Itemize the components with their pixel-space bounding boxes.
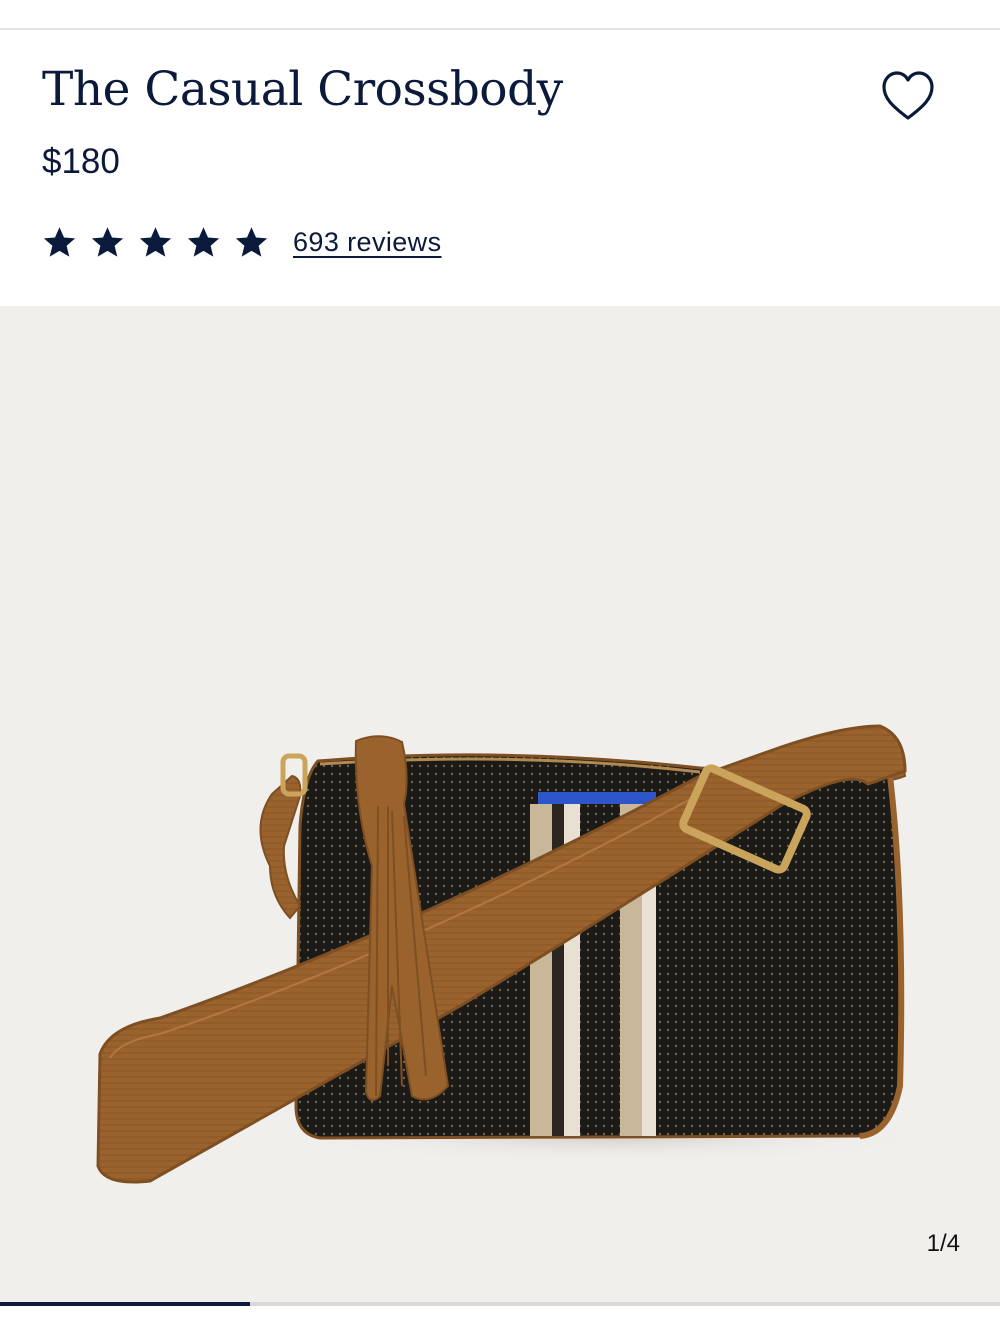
star-icon [235,226,268,257]
product-price: $180 [42,142,120,181]
product-title: The Casual Crossbody [42,62,563,117]
star-icon [139,226,172,257]
gallery-progress-bar [0,1302,1000,1306]
wishlist-button[interactable] [878,68,938,124]
crossbody-bag-image [96,724,940,1184]
product-image-gallery[interactable]: 1/4 [0,306,1000,1303]
image-counter: 1/4 [926,1230,960,1257]
star-icon [187,226,220,257]
star-rating [42,225,269,260]
top-divider [0,28,1000,30]
star-icon [91,226,124,257]
reviews-link[interactable]: 693 reviews [293,227,441,258]
gallery-progress-fill [0,1302,250,1306]
rating-row: 693 reviews [42,220,441,264]
heart-icon [882,71,934,120]
star-icon [43,226,76,257]
